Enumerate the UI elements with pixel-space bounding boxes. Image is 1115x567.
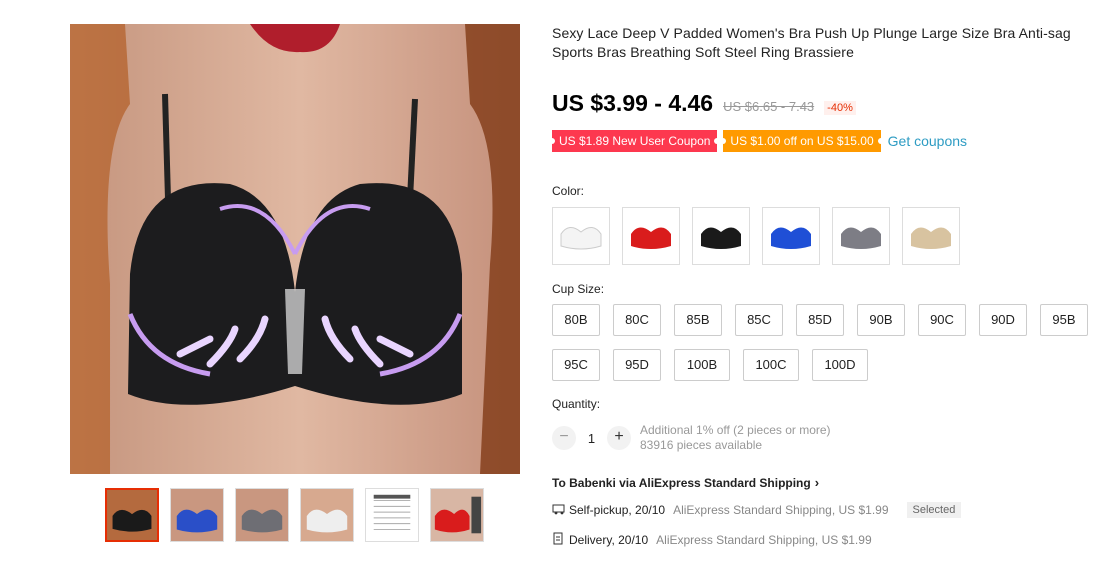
size-option-85d[interactable]: 85D	[796, 304, 844, 336]
main-product-image	[70, 24, 520, 474]
size-option-85b[interactable]: 85B	[674, 304, 722, 336]
delivery-icon	[552, 532, 565, 548]
cup-size-label: Cup Size:	[552, 282, 605, 296]
pickup-option[interactable]: Self-pickup, 20/10 AliExpress Standard S…	[552, 502, 962, 518]
size-option-95d[interactable]: 95D	[613, 349, 661, 381]
size-option-90b[interactable]: 90B	[857, 304, 905, 336]
size-option-100d[interactable]: 100D	[812, 349, 868, 381]
new-user-coupon[interactable]: US $1.89 New User Coupon	[548, 130, 721, 152]
bulk-discount-note: Additional 1% off (2 pieces or more)	[640, 423, 831, 437]
size-option-95c[interactable]: 95C	[552, 349, 600, 381]
thumbnail-red[interactable]	[430, 488, 484, 542]
cup-size-options: 80B 80C 85B 85C 85D 90B 90C 90D 95B 95C …	[552, 304, 1112, 394]
shipping-title: To Babenki via AliExpress Standard Shipp…	[552, 475, 811, 490]
selected-badge: Selected	[906, 502, 962, 518]
size-option-80b[interactable]: 80B	[552, 304, 600, 336]
quantity-stepper: − 1 +	[552, 426, 631, 450]
size-option-85c[interactable]: 85C	[735, 304, 783, 336]
pickup-label: Self-pickup, 20/10	[569, 503, 666, 517]
stock-available: 83916 pieces available	[640, 438, 763, 452]
quantity-info: Additional 1% off (2 pieces or more) 839…	[640, 423, 831, 453]
color-swatch-nude[interactable]	[902, 207, 960, 265]
thumbnail-white[interactable]	[300, 488, 354, 542]
price-row: US $3.99 - 4.46 US $6.65 - 7.43 -40%	[552, 90, 856, 117]
color-swatch-gray[interactable]	[832, 207, 890, 265]
shipping-destination-link[interactable]: To Babenki via AliExpress Standard Shipp…	[552, 475, 819, 490]
size-option-100c[interactable]: 100C	[743, 349, 799, 381]
color-label: Color:	[552, 184, 585, 198]
product-title: Sexy Lace Deep V Padded Women's Bra Push…	[552, 25, 1071, 60]
size-option-90c[interactable]: 90C	[918, 304, 966, 336]
delivery-detail: AliExpress Standard Shipping, US $1.99	[656, 533, 872, 547]
thumbnail-strip	[105, 488, 484, 542]
quantity-minus-button[interactable]: −	[552, 426, 576, 450]
quantity-label: Quantity:	[552, 397, 601, 411]
coupon-row: US $1.89 New User Coupon US $1.00 off on…	[548, 130, 967, 152]
size-option-95b[interactable]: 95B	[1040, 304, 1088, 336]
get-coupons-link[interactable]: Get coupons	[888, 133, 967, 149]
delivery-label: Delivery, 20/10	[569, 533, 649, 547]
chevron-right-icon: ›	[814, 475, 820, 490]
quantity-value[interactable]: 1	[576, 431, 607, 446]
color-swatch-red[interactable]	[622, 207, 680, 265]
pickup-icon	[552, 502, 565, 518]
size-option-90d[interactable]: 90D	[979, 304, 1027, 336]
pickup-detail: AliExpress Standard Shipping, US $1.99	[673, 503, 889, 517]
discount-badge: -40%	[824, 101, 856, 115]
thumbnail-size-chart[interactable]	[365, 488, 419, 542]
color-swatch-blue[interactable]	[762, 207, 820, 265]
thumbnail-black[interactable]	[105, 488, 159, 542]
color-swatch-white[interactable]	[552, 207, 610, 265]
quantity-plus-button[interactable]: +	[607, 426, 631, 450]
original-price: US $6.65 - 7.43	[723, 99, 815, 114]
color-swatch-black[interactable]	[692, 207, 750, 265]
color-options	[552, 207, 960, 265]
current-price: US $3.99 - 4.46	[552, 90, 714, 116]
thumbnail-gray[interactable]	[235, 488, 289, 542]
delivery-option[interactable]: Delivery, 20/10 AliExpress Standard Ship…	[552, 532, 872, 548]
size-option-80c[interactable]: 80C	[613, 304, 661, 336]
store-coupon[interactable]: US $1.00 off on US $15.00	[720, 130, 884, 152]
size-option-100b[interactable]: 100B	[674, 349, 730, 381]
thumbnail-blue[interactable]	[170, 488, 224, 542]
